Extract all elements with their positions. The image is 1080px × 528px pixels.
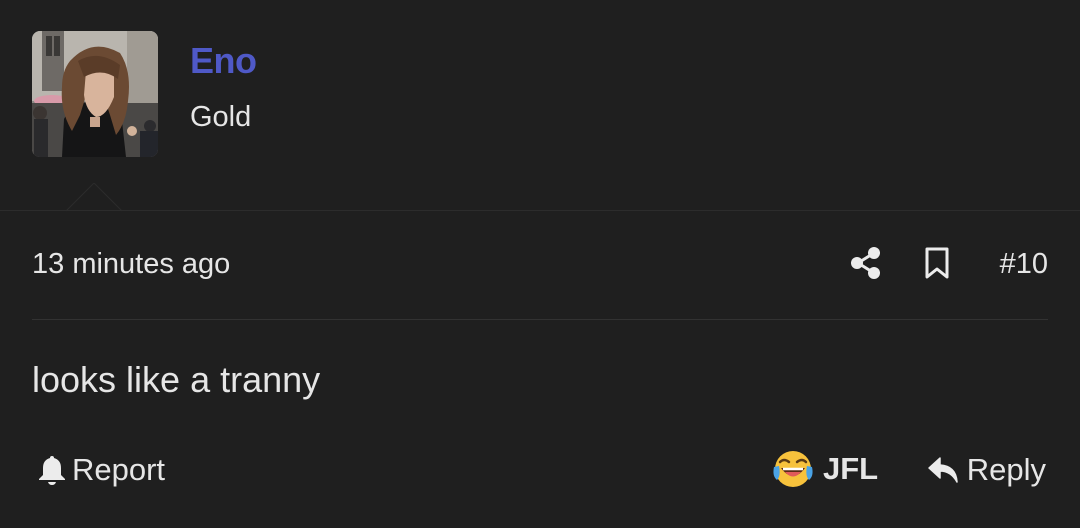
avatar-photo bbox=[32, 31, 158, 157]
forum-post: Eno Gold 13 minutes ago #10 looks like a… bbox=[0, 0, 1080, 528]
user-rank-title: Gold bbox=[190, 101, 252, 133]
post-timestamp[interactable]: 13 minutes ago bbox=[32, 248, 230, 281]
report-button[interactable]: Report bbox=[38, 452, 165, 488]
post-meta-row: 13 minutes ago #10 bbox=[0, 211, 1080, 319]
reply-button[interactable]: Reply bbox=[927, 452, 1046, 488]
post-message: looks like a tranny bbox=[32, 359, 321, 400]
post-actions: Report JFL Reply bbox=[0, 440, 1080, 504]
share-icon[interactable] bbox=[850, 246, 882, 280]
reply-arrow-icon bbox=[927, 457, 958, 483]
crying-laughing-emoji-icon bbox=[773, 451, 813, 487]
reply-label: Reply bbox=[966, 452, 1046, 487]
bell-icon bbox=[39, 456, 65, 485]
report-label: Report bbox=[72, 452, 166, 487]
username[interactable]: Eno bbox=[190, 40, 257, 82]
jfl-label: JFL bbox=[823, 451, 879, 486]
avatar[interactable] bbox=[32, 31, 158, 157]
user-header: Eno Gold bbox=[0, 0, 1080, 212]
jfl-reaction-button[interactable]: JFL bbox=[772, 448, 878, 490]
bookmark-icon[interactable] bbox=[924, 247, 950, 279]
post-number-link[interactable]: #10 bbox=[1000, 248, 1048, 281]
header-arrow-notch bbox=[66, 183, 122, 212]
meta-divider bbox=[32, 319, 1048, 320]
